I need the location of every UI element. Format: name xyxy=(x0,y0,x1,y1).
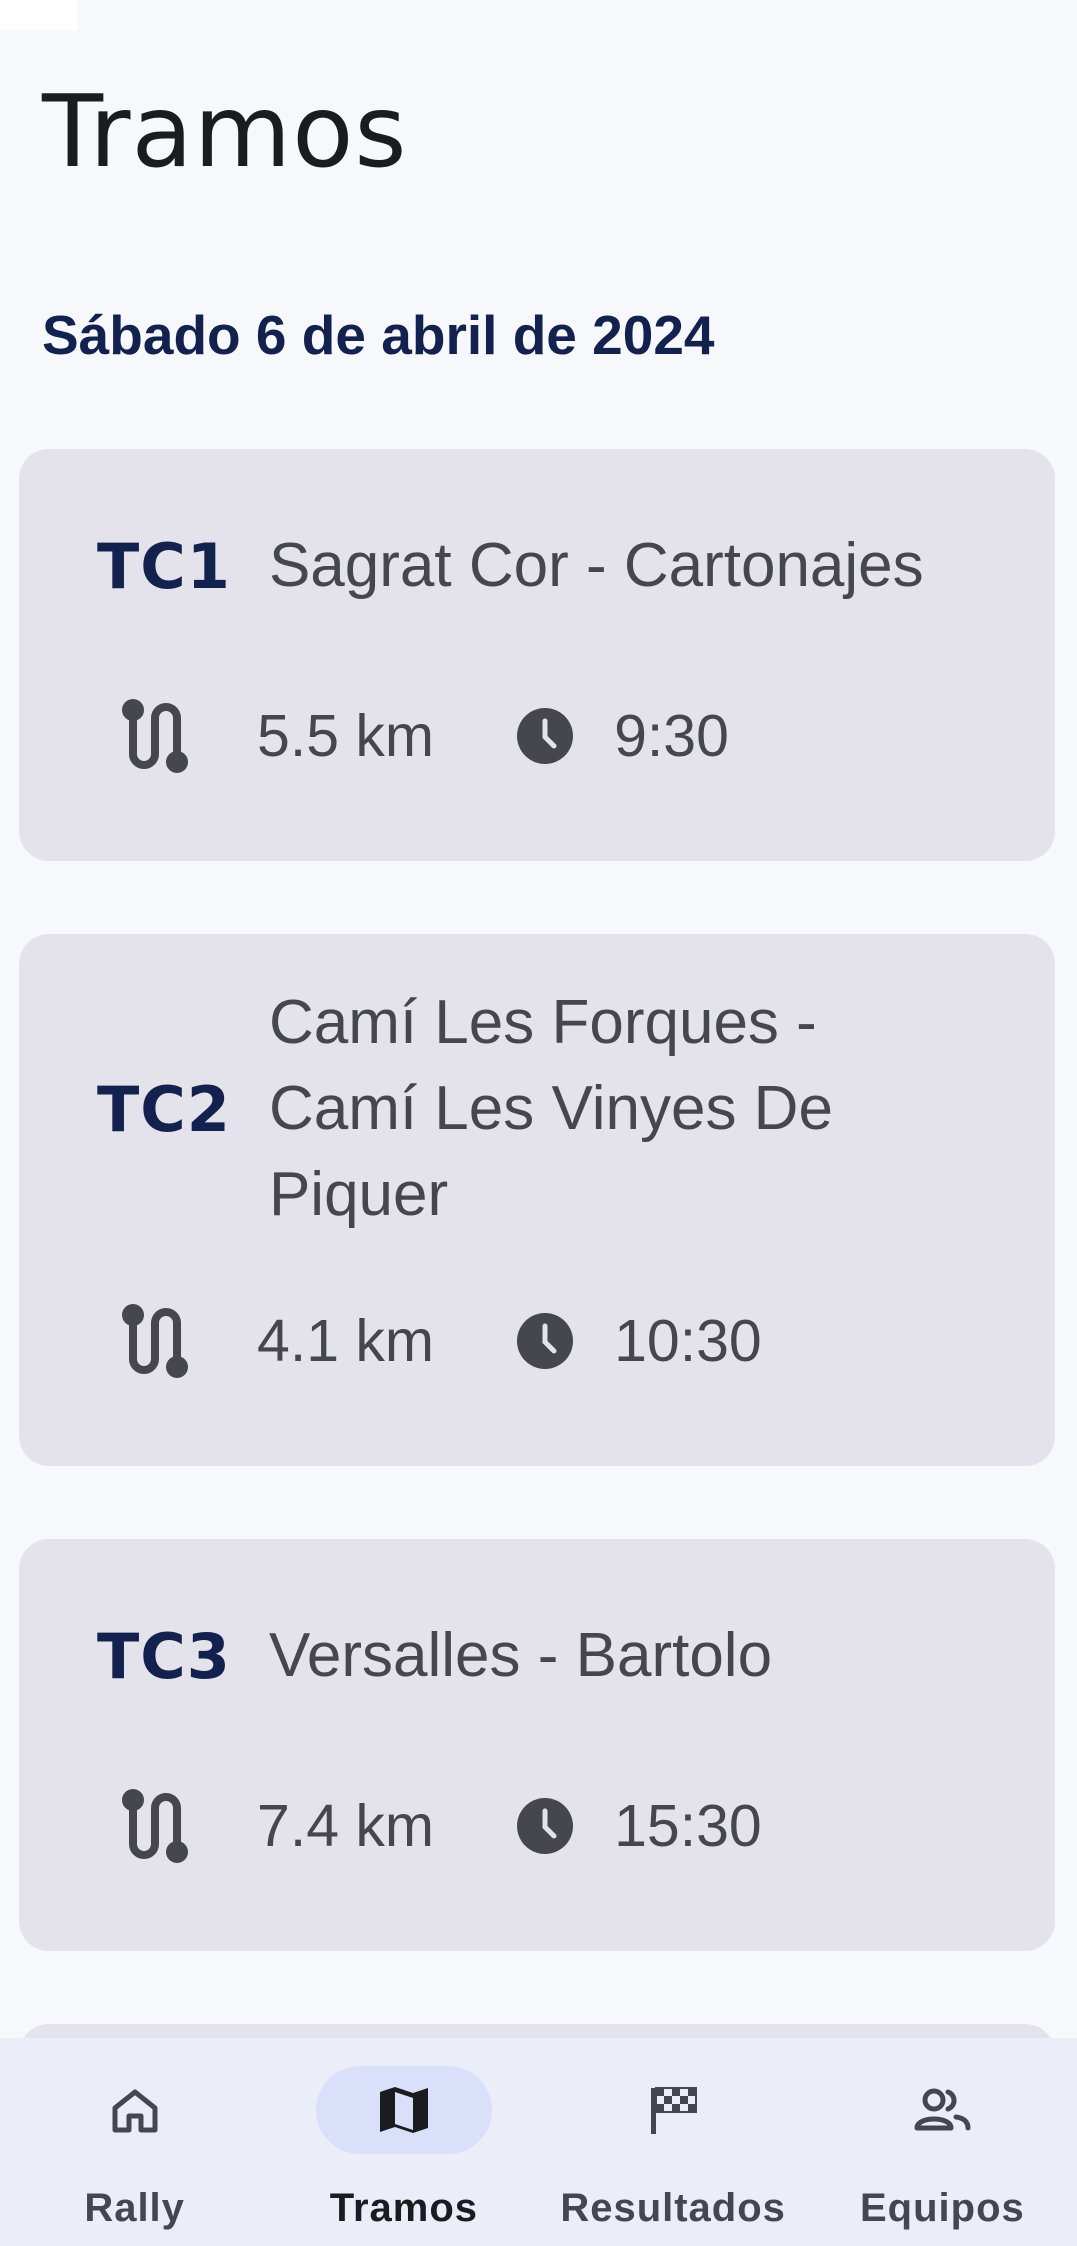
stage-meta: 7.4 km 15:30 xyxy=(119,1781,762,1871)
nav-label: Tramos xyxy=(329,2186,479,2230)
stage-card[interactable]: TC3 Versalles - Bartolo 7.4 km 15:30 xyxy=(19,1539,1055,1951)
date-heading: Sábado 6 de abril de 2024 xyxy=(42,304,715,366)
stage-time: 15:30 xyxy=(614,1793,762,1859)
stage-time: 10:30 xyxy=(614,1308,762,1374)
stage-name: Camí Les Forques - Camí Les Vinyes De Pi… xyxy=(268,988,833,1229)
stage-meta: 4.1 km 10:30 xyxy=(119,1296,762,1386)
clock-icon xyxy=(517,708,574,764)
stage-card[interactable]: TC1 Sagrat Cor - Cartonajes 5.5 km 9:30 xyxy=(19,449,1055,861)
clock-icon xyxy=(517,1313,574,1369)
stage-time: 9:30 xyxy=(614,703,729,769)
nav-pill-active xyxy=(315,2066,492,2154)
stage-code: TC2 xyxy=(97,1072,231,1146)
nav-label: Resultados xyxy=(560,2186,786,2230)
stage-name: Sagrat Cor - Cartonajes xyxy=(268,531,924,600)
status-bar-indicator xyxy=(0,0,78,30)
nav-item-resultados[interactable]: Resultados xyxy=(539,2038,808,2246)
stage-code: TC3 xyxy=(97,1619,231,1693)
bottom-navigation: Rally Tramos Resultados Equipos xyxy=(0,2038,1077,2246)
nav-item-equipos[interactable]: Equipos xyxy=(808,2038,1077,2246)
group-icon xyxy=(914,2088,971,2131)
route-icon xyxy=(122,699,188,773)
route-icon xyxy=(122,1304,188,1378)
checkered-flag-icon xyxy=(651,2087,698,2134)
nav-label: Rally xyxy=(84,2186,185,2230)
clock-icon xyxy=(517,1798,574,1854)
stage-card[interactable]: TC2 Camí Les Forques - Camí Les Vinyes D… xyxy=(19,934,1055,1466)
stage-distance: 5.5 km xyxy=(257,703,435,769)
stage-header: TC3 Versalles - Bartolo xyxy=(97,1613,1015,1699)
map-icon xyxy=(379,2087,428,2133)
nav-pill xyxy=(585,2066,761,2154)
nav-label: Equipos xyxy=(859,2186,1025,2230)
nav-item-rally[interactable]: Rally xyxy=(0,2038,269,2246)
stage-distance: 4.1 km xyxy=(257,1308,435,1374)
stage-meta: 5.5 km 9:30 xyxy=(119,691,729,781)
route-icon xyxy=(122,1789,188,1863)
nav-pill xyxy=(854,2066,1030,2154)
nav-pill xyxy=(47,2066,223,2154)
home-icon xyxy=(112,2089,158,2133)
stage-header: TC1 Sagrat Cor - Cartonajes xyxy=(97,523,1015,609)
stage-distance: 7.4 km xyxy=(257,1793,435,1859)
stage-code: TC1 xyxy=(97,529,231,603)
stage-name: Versalles - Bartolo xyxy=(268,1621,773,1690)
nav-item-tramos[interactable]: Tramos xyxy=(269,2038,538,2246)
stage-header: TC2 Camí Les Forques - Camí Les Vinyes D… xyxy=(97,980,1015,1238)
page-title: Tramos xyxy=(42,73,408,190)
